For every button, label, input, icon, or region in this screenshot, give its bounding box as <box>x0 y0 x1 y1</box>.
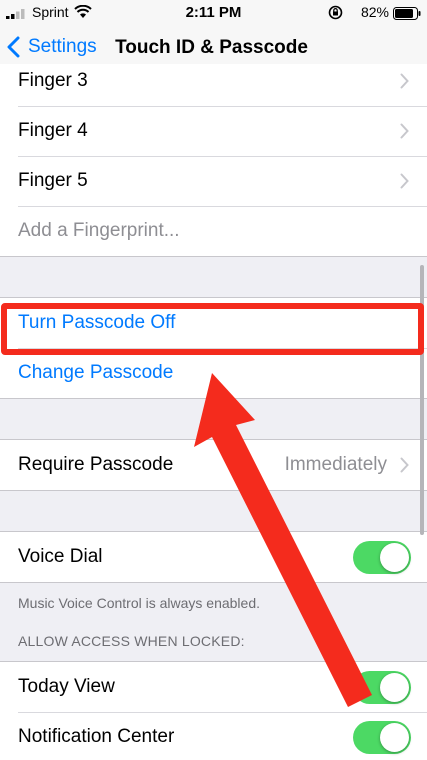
toggle-knob <box>380 723 409 752</box>
notification-center-row: Notification Center <box>0 712 427 760</box>
status-bar: Sprint 2:11 PM 82% <box>0 0 427 26</box>
add-fingerprint-button[interactable]: Add a Fingerprint... <box>0 206 427 256</box>
today-view-label: Today View <box>18 676 115 697</box>
require-passcode-label: Require Passcode <box>18 454 174 475</box>
fingerprint-row[interactable]: Finger 4 <box>0 106 427 156</box>
require-passcode-group: Require Passcode Immediately <box>0 439 427 491</box>
fingerprint-label: Finger 4 <box>18 120 88 141</box>
notification-center-label: Notification Center <box>18 726 175 747</box>
require-passcode-value: Immediately <box>284 454 387 475</box>
battery-percent: 82% <box>360 4 389 20</box>
locked-access-header: ALLOW ACCESS WHEN LOCKED: <box>18 633 245 649</box>
toggle-knob <box>380 543 409 572</box>
voice-dial-group: Voice Dial <box>0 531 427 583</box>
chevron-right-icon <box>400 173 409 189</box>
today-view-row: Today View <box>0 662 427 712</box>
chevron-right-icon <box>400 123 409 139</box>
chevron-right-icon <box>400 457 409 473</box>
locked-access-group: Today View Notification Center <box>0 661 427 760</box>
notification-center-toggle[interactable] <box>353 721 411 754</box>
fingerprint-label: Finger 3 <box>18 70 88 91</box>
turn-passcode-off-label: Turn Passcode Off <box>18 312 176 333</box>
chevron-right-icon <box>400 73 409 89</box>
passcode-group: Turn Passcode Off Change Passcode <box>0 297 427 399</box>
change-passcode-button[interactable]: Change Passcode <box>0 348 427 398</box>
rotation-lock-icon <box>328 5 343 20</box>
require-passcode-row[interactable]: Require Passcode Immediately <box>0 440 427 490</box>
change-passcode-label: Change Passcode <box>18 362 174 383</box>
add-fingerprint-label: Add a Fingerprint... <box>18 220 180 241</box>
settings-list: Finger 3 Finger 4 Finger 5 Add a Fingerp… <box>0 64 427 760</box>
voice-dial-toggle[interactable] <box>353 541 411 574</box>
toggle-knob <box>380 673 409 702</box>
fingerprint-row[interactable]: Finger 3 <box>0 64 427 106</box>
turn-passcode-off-button[interactable]: Turn Passcode Off <box>0 298 427 348</box>
voice-dial-label: Voice Dial <box>18 546 103 567</box>
battery-icon <box>393 7 421 20</box>
page-title: Touch ID & Passcode <box>115 37 308 58</box>
fingerprint-group: Finger 3 Finger 4 Finger 5 Add a Fingerp… <box>0 64 427 257</box>
voice-dial-footer: Music Voice Control is always enabled. <box>18 595 261 611</box>
voice-dial-row: Voice Dial <box>0 532 427 582</box>
scrollbar[interactable] <box>420 265 424 535</box>
today-view-toggle[interactable] <box>353 671 411 704</box>
fingerprint-row[interactable]: Finger 5 <box>0 156 427 206</box>
fingerprint-label: Finger 5 <box>18 170 88 191</box>
